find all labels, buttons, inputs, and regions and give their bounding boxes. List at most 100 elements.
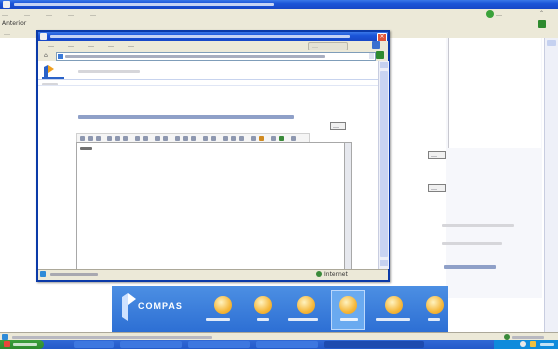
taskbar-task-2[interactable] [120, 341, 182, 348]
popup-mini-button[interactable]: … [330, 122, 346, 130]
menu-file[interactable]: … [2, 11, 8, 18]
popup-menu-edit[interactable]: … [68, 42, 74, 49]
compas-tile-3-icon[interactable] [297, 296, 315, 314]
popup-status-text [50, 273, 98, 276]
popup-header-divider [38, 79, 378, 80]
editor-redo-icon[interactable] [211, 136, 216, 141]
taskbar-task-1[interactable] [74, 341, 114, 348]
editor-cut-icon[interactable] [175, 136, 180, 141]
compas-logo: COMPAS [118, 291, 198, 325]
editor-italic-icon[interactable] [88, 136, 93, 141]
popup-zone-label: Internet [324, 271, 348, 278]
popup-scroll-thumb[interactable] [380, 71, 388, 257]
compas-tile-1-icon[interactable] [214, 296, 232, 314]
editor-image-icon[interactable] [231, 136, 236, 141]
popup-go-icon[interactable] [376, 51, 384, 59]
search-button[interactable]: … [486, 10, 520, 18]
popup-menu-tools[interactable]: … [108, 42, 114, 49]
compas-tile-3-label [288, 318, 318, 321]
editor-color-icon[interactable] [251, 136, 256, 141]
editor-scrollbar[interactable] [344, 142, 352, 272]
popup-scrollbar[interactable] [378, 61, 389, 269]
throbber-icon: ⌃ [539, 10, 545, 17]
popup-address-field[interactable] [56, 52, 376, 61]
compas-tile-6-label [428, 318, 440, 321]
start-button[interactable] [0, 340, 44, 349]
compas-tile-6-icon[interactable] [426, 296, 444, 314]
go-icon[interactable] [538, 20, 546, 28]
scroll-up-button[interactable] [547, 40, 556, 46]
page-right-frame: … … [428, 38, 542, 298]
popup-menubar: … … … … … … [38, 41, 388, 51]
editor-outdent-icon[interactable] [163, 136, 168, 141]
menu-edit[interactable]: … [24, 11, 30, 18]
background-window-title [14, 3, 274, 6]
editor-spellcheck-icon[interactable] [279, 136, 284, 141]
editor-copy-icon[interactable] [183, 136, 188, 141]
compas-tile-4-icon[interactable] [339, 296, 357, 314]
popup-scroll-down-button[interactable] [380, 260, 388, 266]
editor-link-icon[interactable] [223, 136, 228, 141]
system-tray [494, 340, 558, 349]
popup-titlebar[interactable]: × [38, 32, 388, 42]
editor-list-icon[interactable] [135, 136, 140, 141]
editor-undo-icon[interactable] [203, 136, 208, 141]
page-right-text-1 [442, 224, 514, 227]
popup-menu-file[interactable]: … [48, 42, 54, 49]
editor-align-left-icon[interactable] [107, 136, 112, 141]
editor-align-center-icon[interactable] [115, 136, 120, 141]
compas-tile-5-icon[interactable] [385, 296, 403, 314]
page-blue-link[interactable] [444, 265, 496, 269]
background-zone-text [512, 336, 544, 339]
popup-address-label: ⌂ [44, 52, 48, 59]
background-window-titlebar[interactable] [0, 0, 558, 9]
compas-tile-2-icon[interactable] [254, 296, 272, 314]
menu-tools[interactable]: … [90, 11, 96, 18]
taskbar-task-3[interactable] [188, 341, 250, 348]
popup-divider [38, 85, 378, 86]
editor-highlight-icon[interactable] [259, 136, 264, 141]
editor-indent-icon[interactable] [155, 136, 160, 141]
editor-source-icon[interactable] [291, 136, 296, 141]
menu-favorites[interactable]: … [68, 11, 74, 18]
taskbar-task-5[interactable] [324, 341, 424, 348]
popup-menu-help[interactable]: … [128, 42, 134, 49]
popup-window: × … … … … … … ⌂ … Internet [36, 30, 390, 282]
popup-menu-view[interactable]: … [88, 42, 94, 49]
tray-app-icon[interactable] [530, 341, 536, 347]
editor-underline-icon[interactable] [96, 136, 101, 141]
popup-title [50, 35, 350, 38]
menu-view[interactable]: … [46, 11, 52, 18]
editor-numbered-list-icon[interactable] [143, 136, 148, 141]
page-button-1[interactable]: … [428, 151, 446, 159]
popup-search-label: … [312, 43, 318, 50]
tray-network-icon[interactable] [520, 341, 526, 347]
editor-table-icon[interactable] [239, 136, 244, 141]
search-label: … [496, 11, 502, 18]
editor-paste-icon[interactable] [191, 136, 196, 141]
windows-logo-icon [4, 341, 10, 347]
compas-tile-4-label [340, 318, 358, 321]
popup-question [78, 115, 294, 119]
popup-header-link[interactable] [78, 70, 140, 73]
editor-align-right-icon[interactable] [123, 136, 128, 141]
popup-status-page-icon [40, 271, 46, 277]
popup-address-dropdown-icon[interactable] [369, 53, 374, 59]
back-button[interactable]: Anterior [2, 20, 26, 27]
popup-page-icon [58, 54, 63, 59]
background-status-text [12, 336, 212, 339]
search-icon [486, 10, 494, 18]
ie-icon [3, 1, 10, 8]
taskbar-task-4[interactable] [256, 341, 318, 348]
editor-smiley-icon[interactable] [271, 136, 276, 141]
background-scrollbar[interactable] [544, 38, 558, 332]
page-button-2[interactable]: … [428, 184, 446, 192]
popup-address-text [65, 55, 325, 58]
page-right-panel [448, 38, 541, 148]
editor-bold-icon[interactable] [80, 136, 85, 141]
editor-text-area[interactable] [76, 142, 346, 272]
popup-logo-icon [42, 65, 64, 79]
popup-scroll-up-button[interactable] [380, 62, 388, 68]
compas-tile-5-label [376, 318, 410, 321]
popup-ie-icon [40, 33, 47, 40]
